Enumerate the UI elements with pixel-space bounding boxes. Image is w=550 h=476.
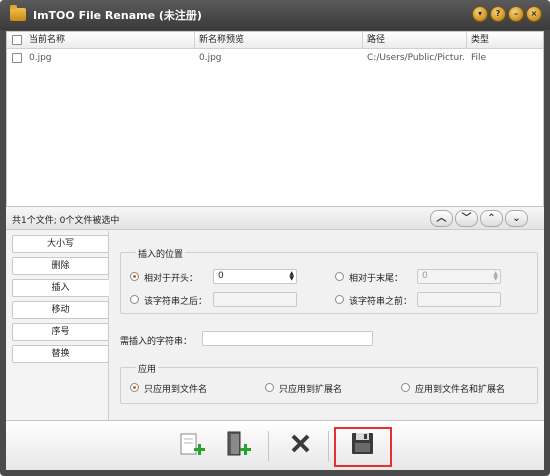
move-up-icon[interactable]: ︿ — [430, 210, 453, 227]
toolbar-separator — [328, 431, 329, 461]
column-path[interactable]: 路径 — [363, 32, 467, 49]
app-window: ImTOO File Rename (未注册) ▾ ? – × 当前名称 新名称… — [0, 0, 550, 476]
move-top-icon[interactable]: ⌃ — [480, 210, 503, 227]
after-string-input[interactable] — [213, 292, 297, 307]
file-list[interactable]: 当前名称 新名称预览 路径 类型 0.jpg 0.jpg C:/Users/Pu… — [6, 31, 544, 207]
help-icon[interactable]: ? — [490, 6, 506, 22]
from-start-label: 相对于开头： — [144, 274, 199, 284]
cell-current-name: 0.jpg — [29, 53, 52, 63]
before-string-label: 该字符串之前： — [349, 297, 413, 307]
sidebar-item-replace[interactable]: 替换 — [12, 345, 109, 363]
after-string-label: 该字符串之后： — [144, 297, 208, 307]
bottom-toolbar — [6, 420, 544, 470]
insert-string-input[interactable] — [202, 331, 373, 346]
apply-both-label: 应用到文件名和扩展名 — [415, 385, 506, 395]
move-bottom-icon[interactable]: ⌄ — [505, 210, 528, 227]
apply-extension-label: 只应用到扩展名 — [279, 385, 343, 395]
toolbar-separator — [268, 431, 269, 461]
insert-position-title: 插入的位置 — [136, 247, 186, 260]
column-new-name[interactable]: 新名称预览 — [195, 32, 363, 49]
from-start-stepper[interactable]: 0 ▲ ▼ — [213, 269, 297, 284]
status-text: 共1个文件; 0个文件被选中 — [12, 216, 120, 226]
radio-apply-filename[interactable] — [130, 383, 139, 392]
insert-panel: 插入的位置 相对于开头： 0 ▲ ▼ 相对于末尾： 0 ▲ ▼ 该字符串之后： 该字… — [110, 231, 544, 420]
sidebar-item-move[interactable]: 移动 — [12, 301, 109, 319]
file-list-header: 当前名称 新名称预览 路径 类型 — [7, 32, 543, 49]
move-down-icon[interactable]: ﹀ — [455, 210, 478, 227]
add-folder-icon — [227, 431, 251, 456]
insert-string-label: 需插入的字符串： — [120, 337, 193, 347]
column-type[interactable]: 类型 — [467, 32, 543, 49]
radio-apply-extension[interactable] — [265, 383, 274, 392]
save-button[interactable] — [344, 427, 382, 463]
spinner-arrows-icon[interactable]: ▲ ▼ — [493, 271, 498, 282]
add-files-button[interactable] — [174, 427, 212, 463]
close-icon[interactable]: × — [526, 6, 542, 22]
sidebar-item-delete[interactable]: 删除 — [12, 257, 109, 275]
window-title: ImTOO File Rename (未注册) — [33, 9, 202, 22]
from-end-label: 相对于末尾： — [349, 274, 404, 284]
radio-before-string[interactable] — [335, 295, 344, 304]
save-icon — [352, 433, 373, 454]
clear-icon — [291, 434, 310, 453]
radio-from-start[interactable] — [130, 272, 139, 281]
radio-after-string[interactable] — [130, 295, 139, 304]
cell-type: File — [471, 53, 487, 63]
radio-from-end[interactable] — [335, 272, 344, 281]
table-row[interactable]: 0.jpg 0.jpg C:/Users/Public/Pictur... Fi… — [7, 50, 543, 67]
cell-path: C:/Users/Public/Pictur... — [367, 53, 465, 63]
radio-apply-both[interactable] — [401, 383, 410, 392]
title-bar[interactable]: ImTOO File Rename (未注册) ▾ ? – × — [0, 0, 550, 30]
sidebar-item-insert[interactable]: 插入 — [12, 279, 109, 297]
apply-filename-label: 只应用到文件名 — [144, 385, 208, 395]
apply-group: 应用 只应用到文件名 只应用到扩展名 应用到文件名和扩展名 — [120, 362, 538, 404]
sidebar-item-sequence[interactable]: 序号 — [12, 323, 109, 341]
clear-button[interactable] — [282, 427, 320, 463]
apply-title: 应用 — [136, 362, 159, 375]
before-string-input[interactable] — [417, 292, 501, 307]
add-files-icon — [180, 433, 205, 455]
sidebar-item-case[interactable]: 大小写 — [12, 235, 109, 253]
from-end-stepper[interactable]: 0 ▲ ▼ — [417, 269, 501, 284]
chevron-down-icon[interactable]: ▾ — [472, 6, 488, 22]
insert-position-group: 插入的位置 相对于开头： 0 ▲ ▼ 相对于末尾： 0 ▲ ▼ 该字符串之后： 该字… — [120, 247, 538, 314]
minimize-icon[interactable]: – — [508, 6, 524, 22]
select-all-checkbox[interactable] — [12, 35, 22, 45]
spinner-arrows-icon[interactable]: ▲ ▼ — [289, 271, 294, 282]
add-folder-button[interactable] — [218, 427, 256, 463]
main-client-area: 当前名称 新名称预览 路径 类型 0.jpg 0.jpg C:/Users/Pu… — [6, 31, 544, 470]
row-checkbox[interactable] — [12, 53, 22, 63]
app-folder-icon — [10, 5, 26, 21]
column-current-name[interactable]: 当前名称 — [25, 32, 195, 49]
cell-new-name: 0.jpg — [199, 53, 222, 63]
status-bar: 共1个文件; 0个文件被选中 ︿ ﹀ ⌃ ⌄ — [6, 207, 544, 230]
sidebar: 大小写 删除 插入 移动 序号 替换 — [6, 231, 109, 420]
